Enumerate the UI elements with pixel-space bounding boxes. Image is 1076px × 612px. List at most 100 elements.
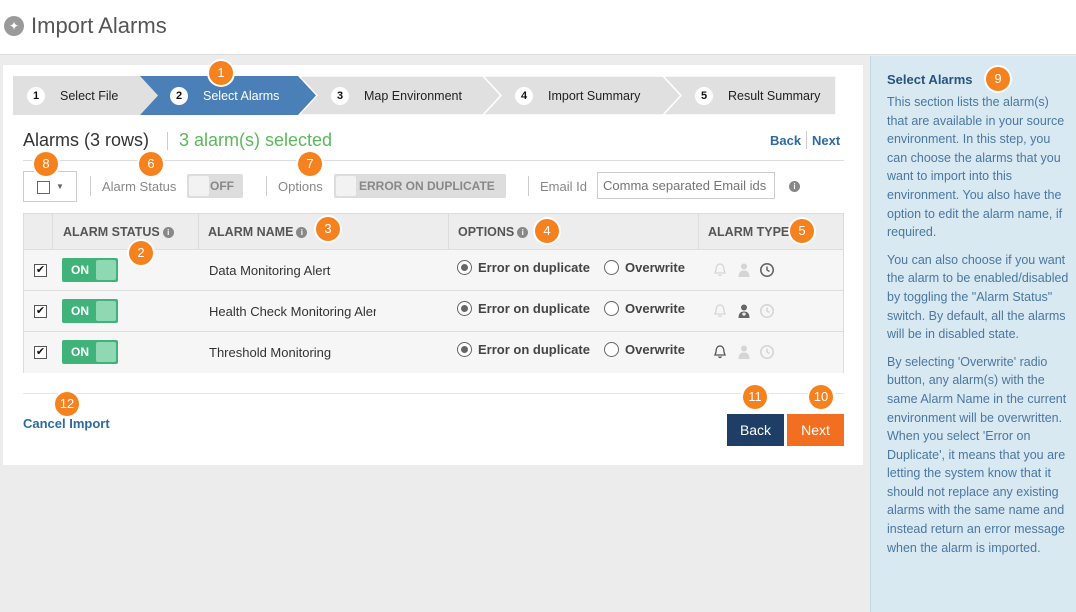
error-on-duplicate-radio[interactable]: Error on duplicate (457, 260, 590, 275)
wizard-step-import-summary[interactable]: 4 Import Summary (515, 76, 640, 115)
toggle-knob (336, 176, 356, 196)
annotation-badge: 6 (139, 152, 163, 176)
doctor-icon[interactable] (736, 303, 752, 319)
email-label: Email Id (540, 179, 587, 194)
radio-label: Overwrite (625, 260, 685, 275)
select-all-checkbox[interactable] (37, 181, 50, 194)
table-row[interactable]: ✔ ON Health Check Monitoring Alert Error… (24, 291, 843, 332)
toolbar-divider (90, 176, 91, 196)
header-alarm-type[interactable]: ALARM TYPE (708, 214, 789, 250)
wizard-steps: 1 Select File 2 Select Alarms 3 Map Envi… (13, 76, 836, 115)
toggle-text: OFF (210, 179, 234, 193)
help-title: Select Alarms (887, 72, 973, 87)
clock-icon[interactable] (759, 344, 775, 360)
overwrite-radio[interactable]: Overwrite (604, 260, 685, 275)
info-icon[interactable]: i (517, 227, 529, 239)
radio-label: Overwrite (625, 301, 685, 316)
page-title: Import Alarms (31, 13, 167, 38)
toggle-knob (189, 176, 209, 196)
clock-icon[interactable] (759, 303, 775, 319)
table-row[interactable]: ✔ ON Threshold Monitoring Error on dupli… (24, 332, 843, 373)
wizard-step-select-file[interactable]: 1 Select File (27, 76, 118, 115)
info-icon[interactable]: i (296, 227, 308, 239)
alarm-name[interactable]: Health Check Monitoring Alert (209, 304, 376, 319)
alarm-name[interactable]: Threshold Monitoring (209, 345, 376, 360)
top-bar: ✦ Import Alarms (0, 0, 1076, 55)
error-on-duplicate-radio[interactable]: Error on duplicate (457, 342, 590, 357)
wizard-step-map-environment[interactable]: 3 Map Environment (331, 76, 462, 115)
alarms-title: Alarms (3 rows) (23, 130, 150, 150)
back-link[interactable]: Back (770, 133, 801, 148)
radio-dot (457, 301, 472, 316)
toggle-knob (96, 260, 116, 280)
annotation-badge: 4 (535, 219, 559, 243)
header-label: OPTIONS (458, 225, 515, 239)
next-link[interactable]: Next (812, 133, 840, 148)
toggle-knob (96, 342, 116, 362)
selected-count: 3 alarm(s) selected (179, 130, 333, 150)
help-paragraph: This section lists the alarm(s) that are… (887, 95, 1065, 240)
alarm-name[interactable]: Data Monitoring Alert (209, 263, 376, 278)
column-divider (52, 214, 53, 250)
alarm-status-toggle[interactable]: OFF (187, 174, 243, 198)
cancel-import-link[interactable]: Cancel Import (23, 416, 110, 431)
radio-label: Error on duplicate (478, 301, 590, 316)
column-divider (198, 214, 199, 250)
doctor-icon[interactable] (736, 262, 752, 278)
footer-divider (23, 393, 844, 394)
alarm-status-toggle[interactable]: ON (62, 258, 118, 282)
error-on-duplicate-radio[interactable]: Error on duplicate (457, 301, 590, 316)
wizard-step-result-summary[interactable]: 5 Result Summary (695, 76, 820, 115)
header-label: ALARM NAME (208, 225, 294, 239)
overwrite-radio[interactable]: Overwrite (604, 342, 685, 357)
select-all-dropdown[interactable]: ▼ (23, 171, 77, 202)
step-label: Select Alarms (203, 88, 280, 103)
annotation-badge: 8 (34, 152, 58, 176)
row-checkbox[interactable]: ✔ (34, 346, 47, 359)
annotation-badge: 3 (316, 217, 340, 241)
header-alarm-status[interactable]: ALARM STATUS i (63, 214, 174, 250)
column-divider (698, 214, 699, 250)
help-panel: Select Alarms This section lists the ala… (870, 56, 1076, 612)
step-number: 2 (170, 86, 188, 105)
step-label: Result Summary (728, 88, 821, 103)
back-button[interactable]: Back (727, 414, 784, 446)
step-number: 3 (331, 86, 349, 105)
bell-icon[interactable] (712, 344, 728, 360)
bell-icon[interactable] (712, 262, 728, 278)
overwrite-radio[interactable]: Overwrite (604, 301, 685, 316)
help-paragraph: By selecting 'Overwrite' radio button, a… (887, 354, 1067, 555)
info-icon[interactable]: i (162, 227, 174, 239)
radio-dot (604, 342, 619, 357)
annotation-badge: 1 (209, 61, 233, 85)
doctor-icon[interactable] (736, 344, 752, 360)
radio-dot (457, 260, 472, 275)
step-number: 4 (515, 86, 533, 105)
options-label: Options (278, 179, 323, 194)
step-label: Map Environment (364, 88, 462, 103)
options-toggle[interactable]: ERROR ON DUPLICATE (334, 174, 506, 198)
annotation-badge: 11 (743, 385, 767, 409)
radio-label: Error on duplicate (478, 260, 590, 275)
header-options[interactable]: OPTIONS i (458, 214, 529, 250)
step-label: Select File (60, 88, 119, 103)
bell-icon[interactable] (712, 303, 728, 319)
annotation-badge: 7 (298, 152, 322, 176)
alarm-status-toggle[interactable]: ON (62, 299, 118, 323)
row-checkbox[interactable]: ✔ (34, 305, 47, 318)
column-divider (448, 214, 449, 250)
alarm-status-label: Alarm Status (102, 179, 177, 194)
annotation-badge: 10 (809, 385, 833, 409)
title-divider (167, 132, 168, 150)
chevron-down-icon: ▼ (56, 182, 64, 191)
help-paragraph: You can also choose if you want the alar… (887, 252, 1069, 342)
alarm-status-toggle[interactable]: ON (62, 340, 118, 364)
clock-icon[interactable] (759, 262, 775, 278)
email-input[interactable] (597, 172, 775, 199)
radio-label: Error on duplicate (478, 342, 590, 357)
row-checkbox[interactable]: ✔ (34, 264, 47, 277)
header-alarm-name[interactable]: ALARM NAME i (208, 214, 308, 250)
info-icon[interactable]: i (789, 181, 800, 192)
next-button[interactable]: Next (787, 414, 844, 446)
step-number: 5 (695, 86, 713, 105)
